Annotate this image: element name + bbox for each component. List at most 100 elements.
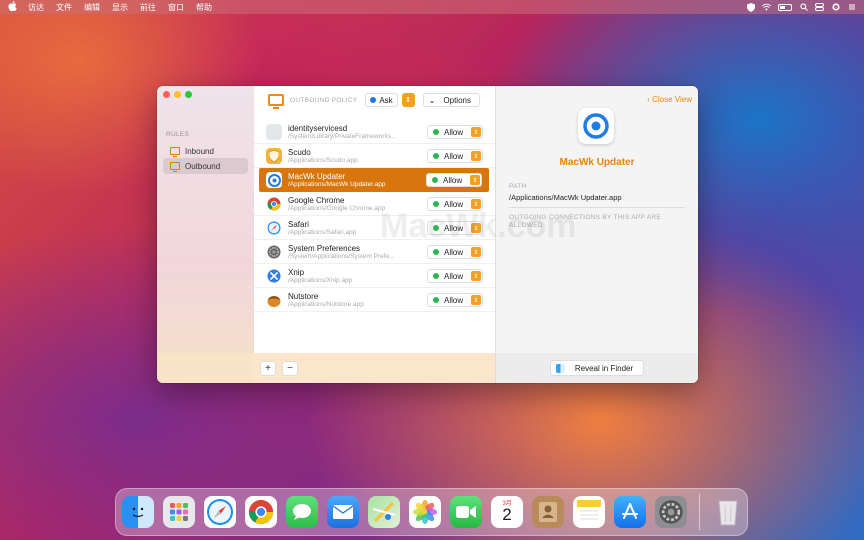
generic-app-icon	[266, 123, 282, 140]
allow-select[interactable]: Allow ⇕	[427, 245, 483, 259]
status-area	[746, 2, 856, 12]
minimize-window-button[interactable]	[174, 91, 181, 98]
calendar-dock-icon[interactable]: 3月 2	[491, 496, 523, 528]
stepper-icon: ⇕	[471, 271, 481, 281]
system-preferences-dock-icon[interactable]	[655, 496, 687, 528]
apple-menu-icon[interactable]	[8, 1, 18, 13]
stepper-icon: ⇕	[471, 247, 481, 257]
wifi-icon[interactable]	[762, 3, 771, 12]
notification-center-icon[interactable]	[847, 3, 856, 12]
menu-file[interactable]: 文件	[56, 2, 72, 13]
add-rule-button[interactable]: +	[260, 360, 276, 376]
sidebar-footer	[157, 353, 254, 383]
close-window-button[interactable]	[163, 91, 170, 98]
sidebar-item-label: Inbound	[185, 146, 214, 156]
trash-dock-icon[interactable]	[712, 496, 744, 528]
allow-select-value: Allow	[444, 271, 464, 281]
allow-select[interactable]: Allow ⇕	[426, 173, 482, 187]
control-center-icon[interactable]	[815, 3, 824, 12]
list-item[interactable]: Scudo /Applications/Scudo.app Allow ⇕	[254, 144, 495, 168]
list-item[interactable]: identityservicesd /System/Library/Privat…	[254, 120, 495, 144]
policy-toolbar: OUTBOUND POLICY Ask ⇕ ⌄ Options	[254, 86, 495, 114]
stepper-icon: ⇕	[470, 175, 480, 185]
finder-dock-icon[interactable]	[122, 496, 154, 528]
options-button-label: Options	[443, 95, 471, 105]
allow-dot-icon	[433, 201, 439, 207]
app-path: /Applications/MacWk Updater.app	[288, 181, 386, 188]
stepper-icon: ⇕	[471, 223, 481, 233]
close-view-link[interactable]: ‹ Close View	[647, 95, 692, 104]
outbound-monitor-icon	[170, 162, 180, 172]
app-path: /System/Applications/System Prefe...	[288, 252, 395, 260]
maps-dock-icon[interactable]	[368, 496, 400, 528]
menu-window[interactable]: 窗口	[168, 2, 184, 13]
dock: 3月 2	[115, 488, 748, 536]
stepper-icon: ⇕	[471, 295, 481, 305]
list-item[interactable]: Xnip /Applications/Xnip.app Allow ⇕	[254, 264, 495, 288]
menu-help[interactable]: 帮助	[196, 2, 212, 13]
list-item[interactable]: System Preferences /System/Applications/…	[254, 240, 495, 264]
app-store-dock-icon[interactable]	[614, 496, 646, 528]
allow-select-value: Allow	[444, 295, 464, 305]
reveal-in-finder-button[interactable]: Reveal in Finder	[549, 360, 645, 376]
menu-view[interactable]: 显示	[112, 2, 128, 13]
app-rules-list: identityservicesd /System/Library/Privat…	[254, 120, 495, 312]
allow-select[interactable]: Allow ⇕	[427, 293, 483, 307]
allow-select[interactable]: Allow ⇕	[427, 221, 483, 235]
stepper-icon: ⇕	[471, 127, 481, 137]
rules-list-pane: OUTBOUND POLICY Ask ⇕ ⌄ Options identity…	[254, 86, 496, 383]
allow-select[interactable]: Allow ⇕	[427, 149, 483, 163]
messages-dock-icon[interactable]	[286, 496, 318, 528]
divider	[509, 207, 685, 208]
facetime-dock-icon[interactable]	[450, 496, 482, 528]
allow-dot-icon	[432, 177, 438, 183]
inbound-monitor-icon	[170, 147, 180, 157]
calendar-day: 2	[502, 505, 512, 524]
contacts-dock-icon[interactable]	[532, 496, 564, 528]
menu-finder[interactable]: 访达	[28, 2, 44, 13]
ask-dot-icon	[370, 97, 377, 103]
allow-select[interactable]: Allow ⇕	[427, 197, 483, 211]
finder-icon	[555, 363, 565, 373]
allow-dot-icon	[433, 297, 439, 303]
list-item[interactable]: Safari /Applications/Safari.app Allow ⇕	[254, 216, 495, 240]
detail-footer: Reveal in Finder	[496, 353, 698, 383]
sidebar-item-outbound[interactable]: Outbound	[163, 158, 248, 174]
list-footer: + −	[254, 353, 495, 383]
zoom-window-button[interactable]	[185, 91, 192, 98]
allow-select[interactable]: Allow ⇕	[427, 125, 483, 139]
sidebar-item-inbound[interactable]: Inbound	[163, 143, 248, 159]
allow-select[interactable]: Allow ⇕	[427, 269, 483, 283]
scudo-shield-icon	[266, 147, 282, 164]
policy-select[interactable]: Ask	[365, 93, 398, 107]
menu-edit[interactable]: 编辑	[84, 2, 100, 13]
chevron-down-icon: ⌄	[428, 95, 436, 105]
window-controls	[163, 91, 192, 98]
policy-select-value: Ask	[379, 95, 393, 105]
list-item-selected[interactable]: MacWk Updater /Applications/MacWk Update…	[259, 168, 489, 192]
safari-dock-icon[interactable]	[204, 496, 236, 528]
macwk-updater-large-icon	[578, 108, 614, 144]
remove-rule-button[interactable]: −	[282, 360, 298, 376]
spotlight-search-icon[interactable]	[799, 3, 808, 12]
scudo-status-icon[interactable]	[746, 2, 755, 12]
list-item[interactable]: Google Chrome /Applications/Google Chrom…	[254, 192, 495, 216]
siri-icon[interactable]	[831, 3, 840, 12]
chrome-dock-icon[interactable]	[245, 496, 277, 528]
app-path: /Applications/Google Chrome.app	[288, 204, 386, 212]
photos-dock-icon[interactable]	[409, 496, 441, 528]
notes-dock-icon[interactable]	[573, 496, 605, 528]
macwk-updater-icon	[266, 172, 282, 188]
mail-dock-icon[interactable]	[327, 496, 359, 528]
launchpad-dock-icon[interactable]	[163, 496, 195, 528]
policy-stepper-icon[interactable]: ⇕	[401, 93, 415, 107]
path-label: PATH	[509, 183, 527, 190]
app-path: /Applications/Xnip.app	[288, 276, 353, 284]
app-path: /Applications/Safari.app	[288, 228, 357, 236]
reveal-in-finder-label: Reveal in Finder	[574, 363, 634, 373]
battery-icon[interactable]	[778, 3, 792, 11]
options-button[interactable]: ⌄ Options	[422, 93, 480, 107]
list-item[interactable]: Nutstore /Applications/Nutstore.app Allo…	[254, 288, 495, 312]
xnip-icon	[266, 268, 282, 284]
menu-go[interactable]: 前往	[140, 2, 156, 13]
